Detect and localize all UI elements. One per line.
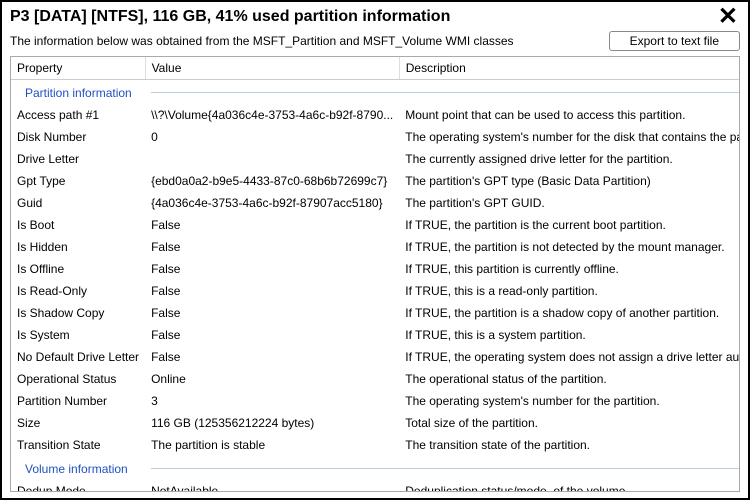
- cell-prop: Size: [11, 412, 145, 434]
- table-row[interactable]: Transition StateThe partition is stableT…: [11, 434, 740, 456]
- cell-desc: Mount point that can be used to access t…: [399, 104, 740, 126]
- cell-desc: If TRUE, this partition is currently off…: [399, 258, 740, 280]
- cell-prop: Dedup Mode: [11, 480, 145, 492]
- section-title: Volume information: [25, 462, 128, 476]
- cell-val: False: [145, 214, 399, 236]
- table-row[interactable]: Disk Number0The operating system's numbe…: [11, 126, 740, 148]
- table-row[interactable]: Is Read-OnlyFalseIf TRUE, this is a read…: [11, 280, 740, 302]
- cell-val: 3: [145, 390, 399, 412]
- cell-val: The partition is stable: [145, 434, 399, 456]
- cell-desc: If TRUE, the partition is a shadow copy …: [399, 302, 740, 324]
- cell-val: False: [145, 302, 399, 324]
- cell-desc: The partition's GPT type (Basic Data Par…: [399, 170, 740, 192]
- cell-prop: Is Offline: [11, 258, 145, 280]
- cell-prop: Transition State: [11, 434, 145, 456]
- table-row[interactable]: No Default Drive LetterFalseIf TRUE, the…: [11, 346, 740, 368]
- section-title: Partition information: [25, 86, 132, 100]
- cell-val: False: [145, 258, 399, 280]
- cell-val: [145, 148, 399, 170]
- section-header: Partition information: [11, 80, 740, 105]
- table-row[interactable]: Is Shadow CopyFalseIf TRUE, the partitio…: [11, 302, 740, 324]
- cell-val: Online: [145, 368, 399, 390]
- cell-prop: Is Hidden: [11, 236, 145, 258]
- cell-prop: Is Boot: [11, 214, 145, 236]
- cell-prop: Is System: [11, 324, 145, 346]
- cell-desc: The currently assigned drive letter for …: [399, 148, 740, 170]
- table-row[interactable]: Size116 GB (125356212224 bytes)Total siz…: [11, 412, 740, 434]
- cell-prop: Access path #1: [11, 104, 145, 126]
- cell-desc: Total size of the partition.: [399, 412, 740, 434]
- cell-desc: The transition state of the partition.: [399, 434, 740, 456]
- cell-desc: If TRUE, the partition is not detected b…: [399, 236, 740, 258]
- cell-val: {4a036c4e-3753-4a6c-b92f-87907acc5180}: [145, 192, 399, 214]
- info-source-text: The information below was obtained from …: [10, 34, 514, 48]
- cell-prop: Partition Number: [11, 390, 145, 412]
- cell-prop: Disk Number: [11, 126, 145, 148]
- cell-val: False: [145, 236, 399, 258]
- cell-desc: The partition's GPT GUID.: [399, 192, 740, 214]
- cell-val: NotAvailable: [145, 480, 399, 492]
- cell-prop: Operational Status: [11, 368, 145, 390]
- cell-val: False: [145, 280, 399, 302]
- cell-desc: If TRUE, this is a read-only partition.: [399, 280, 740, 302]
- cell-desc: The operational status of the partition.: [399, 368, 740, 390]
- cell-prop: Guid: [11, 192, 145, 214]
- cell-desc: If TRUE, the operating system does not a…: [399, 346, 740, 368]
- table-row[interactable]: Operational StatusOnlineThe operational …: [11, 368, 740, 390]
- cell-val: False: [145, 324, 399, 346]
- table-row[interactable]: Is OfflineFalseIf TRUE, this partition i…: [11, 258, 740, 280]
- table-row[interactable]: Gpt Type{ebd0a0a2-b9e5-4433-87c0-68b6b72…: [11, 170, 740, 192]
- cell-val: 0: [145, 126, 399, 148]
- cell-val: False: [145, 346, 399, 368]
- window-title: P3 [DATA] [NTFS], 116 GB, 41% used parti…: [10, 8, 450, 26]
- table-row[interactable]: Guid{4a036c4e-3753-4a6c-b92f-87907acc518…: [11, 192, 740, 214]
- cell-prop: No Default Drive Letter: [11, 346, 145, 368]
- table-row[interactable]: Dedup ModeNotAvailableDeduplication stat…: [11, 480, 740, 492]
- cell-prop: Is Read-Only: [11, 280, 145, 302]
- column-header-value[interactable]: Value: [145, 57, 399, 80]
- table-row[interactable]: Is SystemFalseIf TRUE, this is a system …: [11, 324, 740, 346]
- cell-desc: If TRUE, this is a system partition.: [399, 324, 740, 346]
- cell-val: 116 GB (125356212224 bytes): [145, 412, 399, 434]
- cell-prop: Gpt Type: [11, 170, 145, 192]
- cell-val: \\?\Volume{4a036c4e-3753-4a6c-b92f-8790.…: [145, 104, 399, 126]
- table-row[interactable]: Drive Letter The currently assigned drive…: [11, 148, 740, 170]
- cell-prop: Is Shadow Copy: [11, 302, 145, 324]
- close-icon[interactable]: ✕: [716, 8, 740, 26]
- cell-desc: Deduplication status/mode, of the volume: [399, 480, 740, 492]
- cell-desc: The operating system's number for the di…: [399, 126, 740, 148]
- table-row[interactable]: Is HiddenFalseIf TRUE, the partition is …: [11, 236, 740, 258]
- cell-val: {ebd0a0a2-b9e5-4433-87c0-68b6b72699c7}: [145, 170, 399, 192]
- table-row[interactable]: Access path #1\\?\Volume{4a036c4e-3753-4…: [11, 104, 740, 126]
- section-header: Volume information: [11, 456, 740, 480]
- property-table: Property Value Description Partition inf…: [11, 57, 740, 492]
- cell-prop: Drive Letter: [11, 148, 145, 170]
- cell-desc: The operating system's number for the pa…: [399, 390, 740, 412]
- table-row[interactable]: Is BootFalseIf TRUE, the partition is th…: [11, 214, 740, 236]
- property-table-container[interactable]: Property Value Description Partition inf…: [10, 56, 740, 492]
- export-button[interactable]: Export to text file: [609, 31, 740, 51]
- table-row[interactable]: Partition Number3The operating system's …: [11, 390, 740, 412]
- cell-desc: If TRUE, the partition is the current bo…: [399, 214, 740, 236]
- column-header-description[interactable]: Description: [399, 57, 740, 80]
- column-header-property[interactable]: Property: [11, 57, 145, 80]
